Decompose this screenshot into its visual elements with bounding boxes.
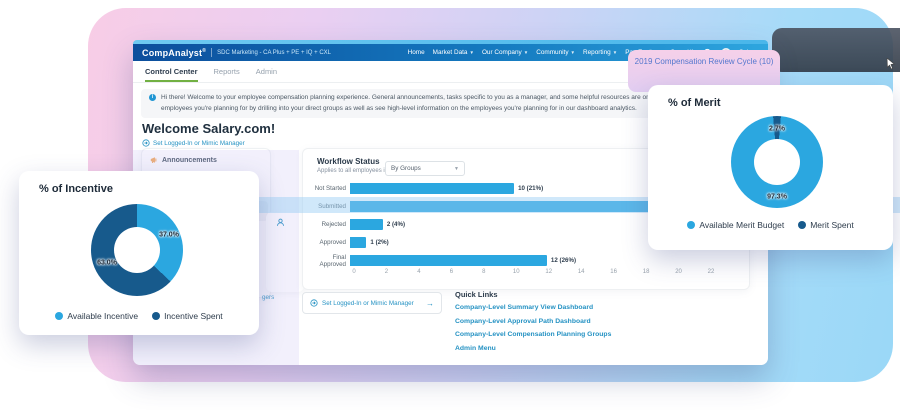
- chevron-down-icon: ▼: [612, 50, 618, 55]
- chevron-down-icon: ▼: [454, 165, 459, 172]
- chart-bar[interactable]: [350, 255, 547, 266]
- legend-dot: [798, 221, 807, 229]
- incentive-donut-chart[interactable]: [91, 204, 183, 296]
- arrow-right-icon: →: [426, 298, 434, 308]
- page-title: Welcome Salary.com!: [142, 121, 276, 136]
- x-axis-tick: 8: [482, 269, 486, 275]
- legend-dot: [687, 221, 696, 229]
- legend-dot: [152, 312, 161, 320]
- x-axis-tick: 12: [545, 269, 553, 275]
- workflow-x-axis: 0 2 4 6 8 10 12 14 16 18 20 22: [352, 269, 714, 279]
- set-mimic-manager-card[interactable]: Set Logged-In or Mimic Manager →: [302, 292, 442, 314]
- group-by-value: By Groups: [391, 165, 421, 172]
- incentive-slice-label-available: 37.0%: [159, 231, 179, 239]
- x-axis-tick: 6: [449, 269, 454, 275]
- legend-label: Merit Spent: [810, 220, 854, 230]
- chart-value-label: 1 (2%): [370, 239, 389, 246]
- x-axis-tick: 22: [707, 269, 715, 275]
- info-icon: i: [149, 94, 156, 101]
- incentive-card: % of Incentive 37.0% 63.0% Available Inc…: [19, 171, 259, 335]
- x-axis-tick: 16: [610, 269, 617, 275]
- x-axis-tick: 4: [417, 269, 421, 275]
- x-axis-tick: 10: [512, 269, 520, 275]
- legend-item: Available Merit Budget: [687, 220, 784, 230]
- chart-value-label: 12 (26%): [550, 257, 577, 264]
- chevron-down-icon: ▼: [570, 50, 575, 55]
- merit-card: % of Merit 2.7% 97.3% Available Merit Bu…: [648, 85, 893, 250]
- logo-registered-mark: ®: [202, 47, 207, 54]
- nav-item-our-company[interactable]: Our Company ▼: [482, 49, 528, 56]
- quick-links-title: Quick Links: [455, 290, 498, 299]
- chart-category-label: Rejected: [321, 221, 346, 228]
- background-window-fragment: [772, 28, 900, 72]
- tab-control-center[interactable]: Control Center: [145, 67, 198, 82]
- tab-reports[interactable]: Reports: [214, 67, 240, 82]
- quick-link[interactable]: Company-Level Approval Path Dashboard: [455, 318, 611, 325]
- chart-bar[interactable]: [350, 219, 383, 230]
- mimic-icon: [142, 139, 150, 147]
- nav-item-home[interactable]: Home: [408, 49, 425, 56]
- legend-item: Merit Spent: [798, 220, 854, 230]
- companalyst-logo[interactable]: CompAnalyst®: [142, 48, 206, 58]
- merit-legend: Available Merit Budget Merit Spent: [648, 220, 893, 230]
- quick-link[interactable]: Company-Level Summary View Dashboard: [455, 304, 611, 311]
- chart-category-label: Approved: [319, 239, 347, 246]
- incentive-legend: Available Incentive Incentive Spent: [19, 311, 259, 321]
- x-axis-tick: 14: [577, 269, 585, 275]
- incentive-slice-label-spent: 63.0%: [97, 259, 117, 267]
- group-by-dropdown[interactable]: By Groups ▼: [385, 161, 465, 176]
- workflow-title: Workflow Status: [317, 157, 380, 166]
- nav-item-reporting[interactable]: Reporting ▼: [583, 49, 617, 56]
- chevron-down-icon: ▼: [523, 50, 529, 55]
- nav-item-market-data[interactable]: Market Data ▼: [433, 49, 474, 56]
- legend-label: Available Merit Budget: [699, 220, 785, 230]
- x-axis-tick: 2: [384, 269, 389, 275]
- chevron-down-icon: ▼: [469, 50, 474, 55]
- set-mimic-manager-card-label: Set Logged-In or Mimic Manager: [322, 299, 414, 307]
- x-axis-tick: 0: [352, 269, 356, 275]
- legend-item: Available Incentive: [55, 311, 138, 321]
- x-axis-tick: 18: [642, 269, 650, 275]
- donut-hole: [754, 139, 800, 185]
- quick-links-list: Company-Level Summary View Dashboard Comp…: [455, 304, 611, 352]
- chart-bar[interactable]: [350, 183, 515, 194]
- mouse-cursor: [886, 58, 896, 70]
- quick-links-section: Quick Links Company-Level Summary View D…: [455, 290, 611, 358]
- donut-hole: [114, 227, 160, 273]
- chart-value-label: 2 (4%): [386, 221, 406, 228]
- chart-value-label: 10 (21%): [518, 185, 544, 192]
- merit-slice-label-available: 97.3%: [767, 193, 787, 201]
- legend-label: Incentive Spent: [164, 311, 223, 321]
- page: 2019 Compensation Review Cycle (10) Comp…: [0, 0, 900, 410]
- merit-slice-label-spent: 2.7%: [769, 125, 785, 133]
- chart-category-label: Not Started: [314, 185, 346, 192]
- set-mimic-manager-link[interactable]: Set Logged-In or Mimic Manager: [142, 139, 245, 147]
- chart-category-label: Final Approved: [319, 253, 347, 268]
- merit-card-title: % of Merit: [668, 97, 721, 109]
- incentive-card-title: % of Incentive: [39, 183, 113, 195]
- legend-dot: [55, 312, 64, 320]
- nav-item-community[interactable]: Community ▼: [536, 49, 575, 56]
- quick-link[interactable]: Admin Menu: [455, 345, 611, 352]
- product-line-label: SDC Marketing - CA Plus + PE + IQ + CXL: [217, 49, 331, 56]
- mimic-icon: [310, 299, 318, 307]
- chart-track: 12 (26%): [350, 255, 711, 266]
- tab-admin[interactable]: Admin: [256, 67, 277, 82]
- cycle-badge[interactable]: 2019 Compensation Review Cycle (10): [628, 57, 780, 66]
- legend-item: Incentive Spent: [152, 311, 223, 321]
- quick-link[interactable]: Company-Level Compensation Planning Grou…: [455, 331, 611, 338]
- legend-label: Available Incentive: [67, 311, 139, 321]
- chart-bar[interactable]: [350, 237, 367, 248]
- set-mimic-manager-label: Set Logged-In or Mimic Manager: [153, 139, 245, 147]
- chart-row-final-approved: Final Approved 12 (26%): [305, 253, 711, 268]
- nav-divider: [211, 48, 213, 57]
- x-axis-tick: 20: [675, 269, 682, 275]
